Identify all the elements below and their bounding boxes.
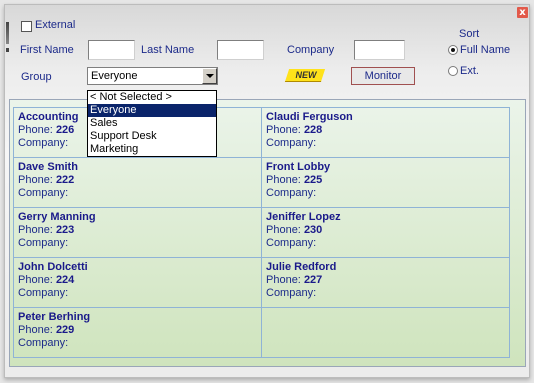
contact-name: Front Lobby	[266, 161, 331, 173]
contact-name: Jeniffer Lopez	[266, 211, 341, 223]
company-field-label: Company:	[18, 287, 69, 299]
contact-name: Peter Berhing	[18, 311, 91, 323]
contact-phone: 225	[303, 174, 323, 186]
phone-label: Phone:	[18, 274, 53, 286]
company-field-label: Company:	[266, 137, 317, 149]
sort-full-name-label: Full Name	[460, 44, 511, 56]
company-field-label: Company:	[18, 337, 69, 349]
phone-label: Phone:	[266, 124, 301, 136]
contact-phone: 229	[55, 324, 75, 336]
contact-card[interactable]: Dave Smith Phone: 222 Company:	[13, 157, 262, 208]
contact-name: Gerry Manning	[18, 211, 96, 223]
contact-card[interactable]: Peter Berhing Phone: 229 Company:	[13, 307, 262, 358]
phone-label: Phone:	[18, 224, 53, 236]
contact-phone: 224	[55, 274, 75, 286]
group-dropdown-list: < Not Selected > Everyone Sales Support …	[87, 90, 217, 157]
chevron-down-icon[interactable]	[202, 68, 217, 84]
external-checkbox[interactable]	[21, 21, 32, 32]
dropdown-option-everyone[interactable]: Everyone	[88, 104, 216, 117]
monitor-button[interactable]: Monitor	[351, 67, 415, 85]
sort-ext-radio[interactable]	[448, 66, 458, 76]
last-name-input[interactable]	[217, 40, 264, 60]
contact-card[interactable]: Gerry Manning Phone: 223 Company:	[13, 207, 262, 258]
last-name-label: Last Name	[141, 44, 195, 56]
empty-card	[261, 307, 510, 358]
dropdown-option-not-selected[interactable]: < Not Selected >	[88, 91, 216, 104]
contact-card[interactable]: Front Lobby Phone: 225 Company:	[261, 157, 510, 208]
company-field-label: Company:	[266, 237, 317, 249]
external-label: External	[35, 19, 76, 31]
company-field-label: Company:	[266, 287, 317, 299]
sort-full-name-radio[interactable]	[448, 45, 458, 55]
first-name-input[interactable]	[88, 40, 135, 60]
company-field-label: Company:	[18, 137, 69, 149]
contact-name: Julie Redford	[266, 261, 337, 273]
close-icon: x	[519, 7, 526, 18]
contact-card[interactable]: Jeniffer Lopez Phone: 230 Company:	[261, 207, 510, 258]
phone-label: Phone:	[18, 324, 53, 336]
company-field-label: Company:	[18, 187, 69, 199]
company-field-label: Company:	[18, 237, 69, 249]
company-label: Company	[287, 44, 335, 56]
contact-phone: 228	[303, 124, 323, 136]
contact-name: Claudi Ferguson	[266, 111, 353, 123]
contact-phone: 226	[55, 124, 75, 136]
phone-label: Phone:	[18, 174, 53, 186]
contact-card[interactable]: Julie Redford Phone: 227 Company:	[261, 257, 510, 308]
contact-phone: 223	[55, 224, 75, 236]
contact-name: Dave Smith	[18, 161, 78, 173]
phone-label: Phone:	[266, 274, 301, 286]
contact-phone: 227	[303, 274, 323, 286]
phone-label: Phone:	[266, 174, 301, 186]
dropdown-option-marketing[interactable]: Marketing	[88, 143, 216, 156]
window-edge-mark	[6, 22, 9, 44]
company-input[interactable]	[354, 40, 405, 60]
group-select[interactable]: Everyone	[87, 67, 218, 85]
group-select-value: Everyone	[91, 70, 138, 82]
sort-ext-label: Ext.	[460, 65, 479, 77]
first-name-label: First Name	[20, 44, 74, 56]
window-edge-mark	[6, 48, 9, 52]
group-label: Group	[21, 71, 52, 83]
contact-phone: 222	[55, 174, 75, 186]
contact-name: John Dolcetti	[18, 261, 88, 273]
phone-label: Phone:	[18, 124, 53, 136]
close-button[interactable]: x	[517, 7, 528, 18]
contact-card[interactable]: John Dolcetti Phone: 224 Company:	[13, 257, 262, 308]
contact-card[interactable]: Claudi Ferguson Phone: 228 Company:	[261, 107, 510, 158]
sort-label: Sort	[459, 28, 480, 40]
new-button-label[interactable]: NEW	[291, 69, 321, 81]
phone-label: Phone:	[266, 224, 301, 236]
company-field-label: Company:	[266, 187, 317, 199]
dropdown-option-sales[interactable]: Sales	[88, 117, 216, 130]
dropdown-option-support-desk[interactable]: Support Desk	[88, 130, 216, 143]
contact-phone: 230	[303, 224, 323, 236]
